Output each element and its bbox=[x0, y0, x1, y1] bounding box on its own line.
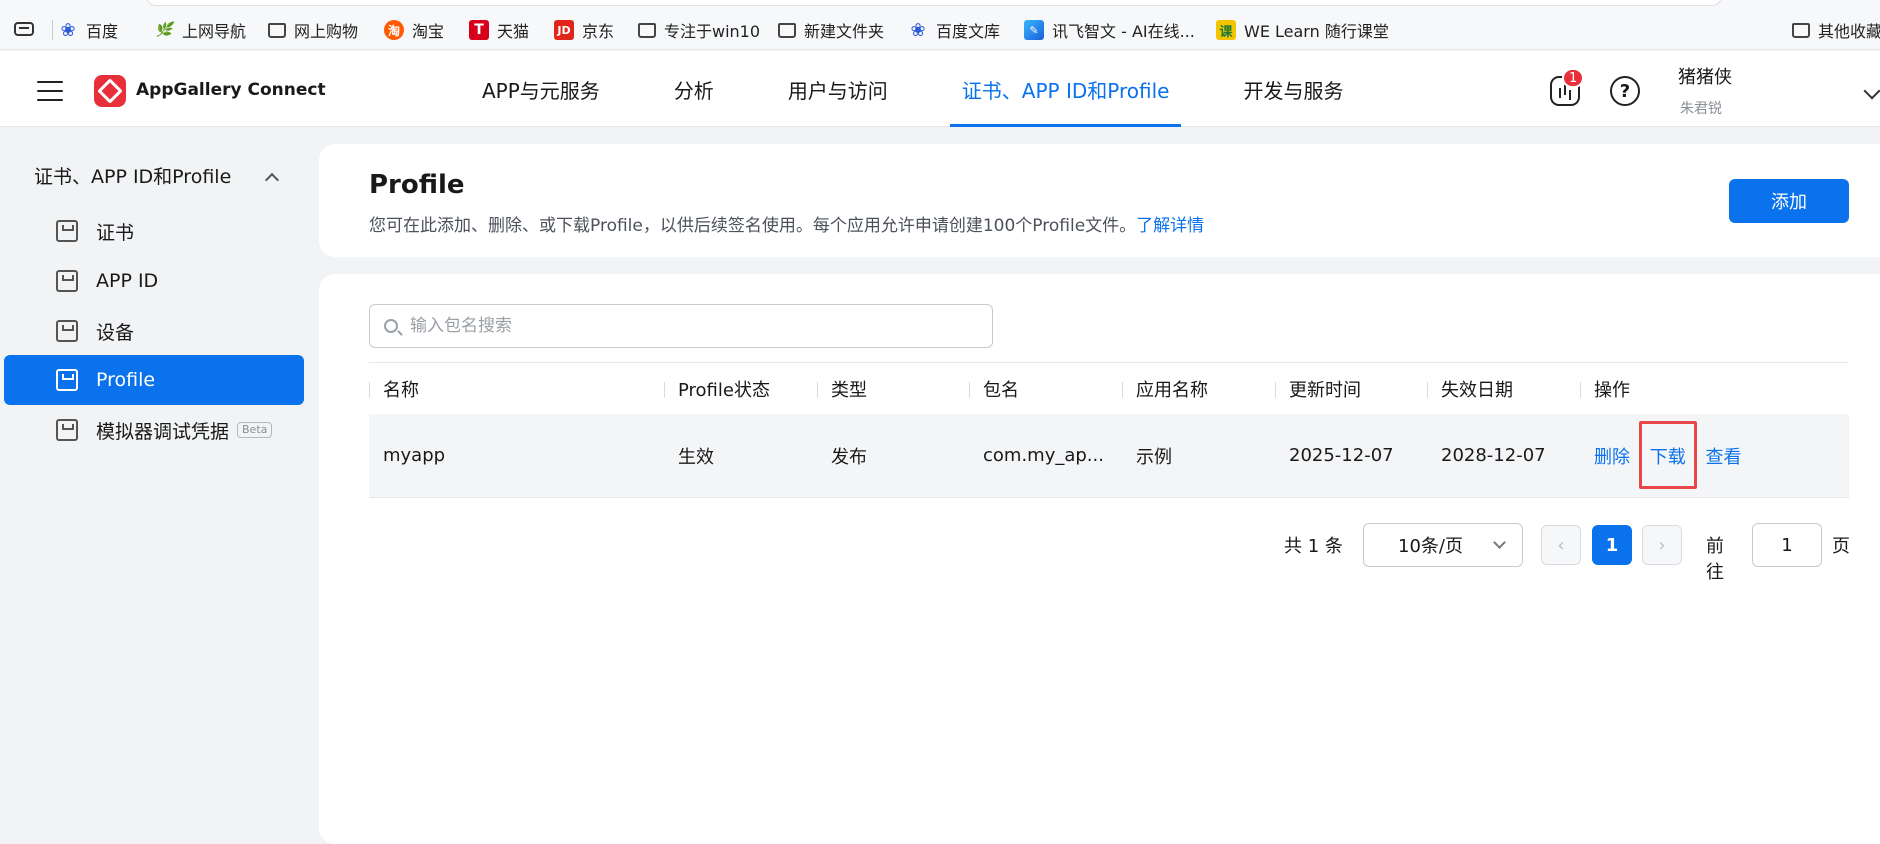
sidebar-item-profile[interactable]: Profile bbox=[4, 355, 304, 405]
next-page-button[interactable]: › bbox=[1642, 525, 1682, 565]
column-header-expires: 失效日期 bbox=[1427, 376, 1580, 402]
folder-icon bbox=[1792, 22, 1810, 38]
cell-status: 生效 bbox=[678, 446, 714, 468]
user-account: 朱君锐 bbox=[1680, 101, 1722, 117]
table-row: myapp 生效 发布 com.my_ap... 示例 2025-12-07 2… bbox=[369, 414, 1849, 498]
chevron-up-icon[interactable] bbox=[264, 172, 280, 188]
page-header-card: Profile 您可在此添加、删除、或下载Profile，以供后续签名使用。每个… bbox=[319, 144, 1880, 257]
page-size-select[interactable]: 10条/页 bbox=[1363, 523, 1523, 567]
bookmark-new-folder[interactable]: 新建文件夹 bbox=[778, 18, 884, 42]
brand-name: AppGallery Connect bbox=[136, 80, 326, 100]
add-profile-button[interactable]: 添加 bbox=[1729, 179, 1849, 223]
view-link[interactable]: 查看 bbox=[1705, 443, 1741, 469]
column-header-updated: 更新时间 bbox=[1275, 376, 1427, 402]
tmall-icon: T bbox=[469, 20, 489, 40]
bookmarks-bar: ❀ 百度 🌿 上网导航 网上购物 淘 淘宝 T 天猫 JD 京东 专注于win1… bbox=[0, 0, 1880, 50]
nav-users-access[interactable]: 用户与访问 bbox=[776, 51, 900, 127]
xunfei-icon: ✎ bbox=[1024, 20, 1044, 40]
jd-icon: JD bbox=[554, 20, 574, 40]
table-body: myapp 生效 发布 com.my_ap... 示例 2025-12-07 2… bbox=[369, 414, 1849, 498]
prev-page-button[interactable]: ‹ bbox=[1541, 525, 1581, 565]
baidu-paw-icon: ❀ bbox=[60, 19, 76, 41]
sidebar-toggle-icon[interactable] bbox=[14, 22, 34, 36]
bookmark-xunfei[interactable]: ✎ 讯飞智文 - AI在线... bbox=[1024, 18, 1195, 42]
cell-name: myapp bbox=[383, 445, 446, 466]
cell-updated: 2025-12-07 bbox=[1289, 445, 1394, 466]
column-header-app-name: 应用名称 bbox=[1122, 376, 1275, 402]
baidu-paw-icon: ❀ bbox=[910, 19, 926, 41]
cell-expires: 2028-12-07 bbox=[1441, 445, 1546, 466]
sidebar-group-title[interactable]: 证书、APP ID和Profile bbox=[34, 162, 231, 189]
sidebar-item-certificates[interactable]: 证书 bbox=[4, 206, 304, 256]
sidebar: 证书、APP ID和Profile 证书 APP ID 设备 Profile 模… bbox=[0, 128, 318, 844]
taobao-icon: 淘 bbox=[384, 20, 404, 40]
page-description: 您可在此添加、删除、或下载Profile，以供后续签名使用。每个应用允许申请创建… bbox=[369, 216, 1205, 236]
column-header-package: 包名 bbox=[969, 376, 1122, 402]
app-header: AppGallery Connect APP与元服务 分析 用户与访问 证书、A… bbox=[0, 51, 1880, 127]
package-search-input[interactable] bbox=[410, 305, 980, 347]
bookmark-jd[interactable]: JD 京东 bbox=[554, 18, 614, 42]
document-icon bbox=[56, 270, 78, 292]
document-icon bbox=[56, 320, 78, 342]
download-link[interactable]: 下载 bbox=[1638, 420, 1697, 489]
column-header-status: Profile状态 bbox=[664, 376, 817, 402]
cell-type: 发布 bbox=[831, 446, 867, 468]
hao-icon: 🌿 bbox=[155, 22, 173, 38]
menu-icon[interactable] bbox=[37, 81, 63, 101]
search-box bbox=[369, 304, 993, 348]
folder-icon bbox=[778, 22, 796, 38]
cell-actions: 删除 下载 查看 bbox=[1580, 420, 1849, 489]
document-icon bbox=[56, 419, 78, 441]
appgallery-logo-icon bbox=[94, 75, 126, 107]
bookmark-taobao[interactable]: 淘 淘宝 bbox=[384, 18, 444, 42]
user-name[interactable]: 猪猪侠 bbox=[1678, 63, 1732, 89]
folder-icon bbox=[268, 22, 286, 38]
folder-icon bbox=[638, 22, 656, 38]
bookmark-hao[interactable]: 🌿 上网导航 bbox=[154, 18, 246, 42]
help-icon[interactable]: ? bbox=[1610, 76, 1640, 106]
goto-suffix: 页 bbox=[1832, 536, 1850, 557]
welearn-icon: 课 bbox=[1216, 20, 1236, 40]
bookmark-baidu-wenku[interactable]: ❀ 百度文库 bbox=[908, 18, 1000, 42]
bookmark-tmall[interactable]: T 天猫 bbox=[469, 18, 529, 42]
total-count: 共 1 条 bbox=[1284, 536, 1343, 557]
bookmark-win10[interactable]: 专注于win10 bbox=[638, 18, 760, 42]
column-header-name: 名称 bbox=[369, 376, 664, 402]
cell-package: com.my_ap... bbox=[983, 445, 1104, 466]
bookmark-shopping[interactable]: 网上购物 bbox=[268, 18, 358, 42]
chevron-down-icon bbox=[1493, 536, 1506, 549]
nav-dev-services[interactable]: 开发与服务 bbox=[1231, 51, 1355, 127]
nav-app-services[interactable]: APP与元服务 bbox=[470, 51, 612, 127]
nav-certs-appid-profile[interactable]: 证书、APP ID和Profile bbox=[949, 51, 1182, 127]
learn-more-link[interactable]: 了解详情 bbox=[1136, 216, 1204, 236]
page-title: Profile bbox=[369, 170, 465, 200]
sidebar-item-app-id[interactable]: APP ID bbox=[4, 256, 304, 306]
goto-label: 前往 bbox=[1706, 536, 1724, 583]
nav-analytics[interactable]: 分析 bbox=[662, 51, 726, 127]
table-header: 名称 Profile状态 类型 包名 应用名称 更新时间 失效日期 操作 bbox=[369, 362, 1849, 414]
address-bar-edge bbox=[146, 0, 1722, 6]
sidebar-item-devices[interactable]: 设备 bbox=[4, 306, 304, 356]
page-1-button[interactable]: 1 bbox=[1592, 525, 1632, 565]
bookmarks-divider bbox=[52, 20, 53, 40]
delete-link[interactable]: 删除 bbox=[1594, 443, 1630, 469]
profile-table: 名称 Profile状态 类型 包名 应用名称 更新时间 失效日期 操作 mya… bbox=[369, 362, 1849, 498]
top-nav: APP与元服务 分析 用户与访问 证书、APP ID和Profile 开发与服务 bbox=[470, 51, 1405, 127]
document-icon bbox=[56, 369, 78, 391]
beta-badge: Beta bbox=[237, 422, 273, 438]
bookmark-baidu[interactable]: ❀ 百度 bbox=[58, 18, 118, 42]
search-icon bbox=[384, 319, 398, 333]
document-icon bbox=[56, 220, 78, 242]
column-header-type: 类型 bbox=[817, 376, 969, 402]
goto-page-input[interactable] bbox=[1752, 523, 1822, 567]
notification-badge: 1 bbox=[1562, 68, 1585, 88]
sidebar-item-emulator-credentials[interactable]: 模拟器调试凭据 Beta bbox=[4, 405, 304, 455]
user-menu-chevron-icon[interactable] bbox=[1863, 82, 1880, 100]
bookmark-other[interactable]: 其他收藏 bbox=[1792, 18, 1880, 42]
bookmark-welearn[interactable]: 课 WE Learn 随行课堂 bbox=[1216, 18, 1389, 42]
cell-app-name: 示例 bbox=[1136, 446, 1172, 468]
column-header-actions: 操作 bbox=[1580, 376, 1849, 402]
